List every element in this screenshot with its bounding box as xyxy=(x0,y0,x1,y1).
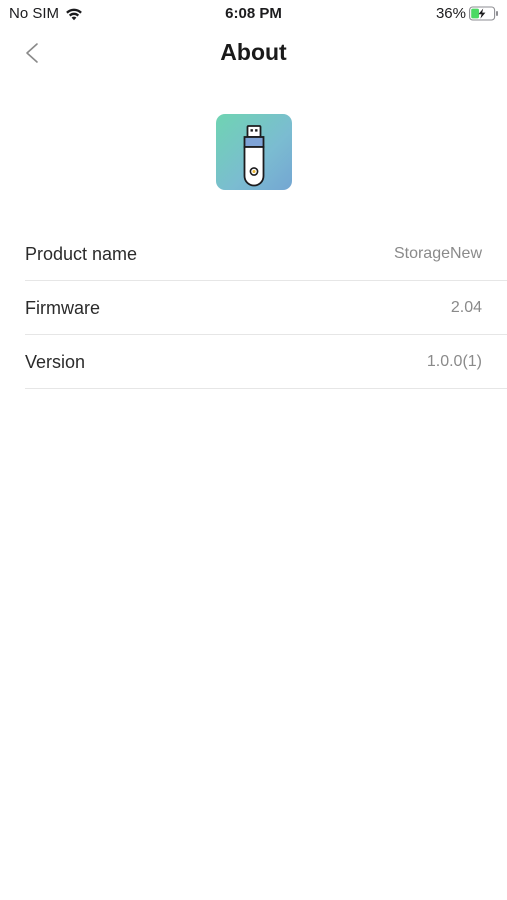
about-info-list: Product name StorageNew Firmware 2.04 Ve… xyxy=(25,227,507,389)
status-bar: No SIM 6:08 PM 36% xyxy=(0,0,507,28)
battery-group: 36% xyxy=(436,5,499,22)
navigation-bar: About xyxy=(0,30,507,74)
firmware-value: 2.04 xyxy=(450,299,482,316)
info-row-product-name: Product name StorageNew xyxy=(25,227,507,281)
battery-percent: 36% xyxy=(435,5,466,22)
info-row-firmware: Firmware 2.04 xyxy=(25,281,507,335)
product-name-value: StorageNew xyxy=(393,245,482,262)
version-value: 1.0.0(1) xyxy=(426,353,482,370)
firmware-label: Firmware xyxy=(25,298,100,318)
info-row-version: Version 1.0.0(1) xyxy=(25,335,507,389)
battery-icon xyxy=(469,6,498,21)
usb-drive-icon xyxy=(243,125,265,187)
status-time: 6:08 PM xyxy=(225,5,282,22)
version-label: Version xyxy=(25,352,86,372)
charging-bolt-icon xyxy=(478,8,486,19)
product-name-label: Product name xyxy=(25,244,138,264)
page-title: About xyxy=(220,39,287,65)
app-icon xyxy=(216,114,292,190)
